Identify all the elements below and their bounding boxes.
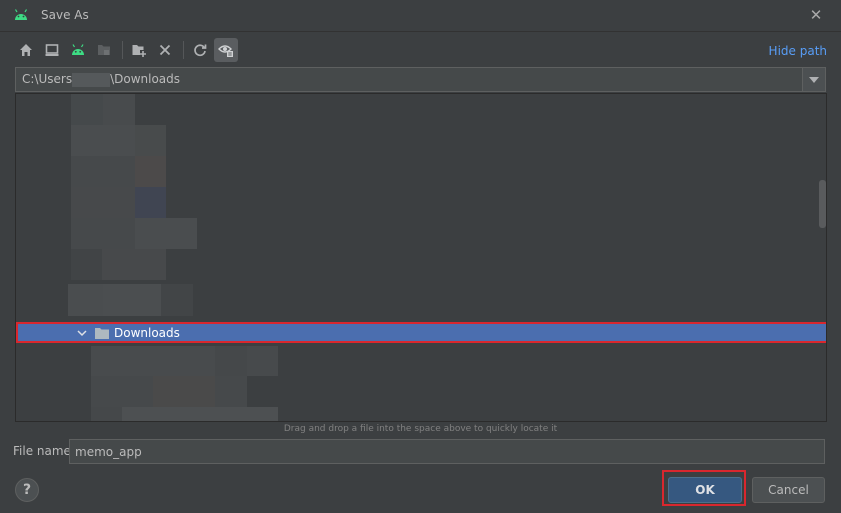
toolbar-separator (122, 41, 123, 59)
file-name-label: File name: (13, 444, 75, 458)
redacted-tree-item (91, 346, 215, 376)
chevron-down-icon[interactable] (76, 327, 88, 339)
redacted-tree-item (103, 284, 161, 316)
redacted-tree-item (247, 346, 278, 376)
title-bar: Save As ✕ (0, 0, 841, 32)
show-hidden-files-button[interactable] (214, 38, 238, 62)
redacted-tree-item (71, 249, 102, 280)
close-icon[interactable]: ✕ (808, 7, 824, 23)
window-title: Save As (41, 8, 89, 22)
file-name-input[interactable] (69, 439, 825, 464)
ok-button[interactable]: OK (668, 477, 742, 503)
redacted-username (72, 72, 111, 87)
path-prefix: C:\Users (22, 72, 73, 87)
redacted-tree-item (135, 218, 197, 249)
path-combobox[interactable]: C:\Users \Downloads (15, 67, 826, 92)
tree-scrollbar[interactable] (819, 180, 826, 228)
android-project-icon (72, 44, 84, 55)
redacted-tree-item (71, 187, 135, 218)
home-button[interactable] (14, 38, 38, 62)
new-folder-button[interactable] (127, 38, 151, 62)
refresh-icon (194, 44, 207, 57)
redacted-tree-item (215, 376, 247, 407)
redacted-tree-item (102, 249, 166, 280)
redacted-tree-item (103, 94, 135, 125)
hide-path-link[interactable]: Hide path (769, 44, 827, 58)
redacted-tree-item (71, 156, 135, 187)
show-hidden-files-icon (218, 45, 233, 57)
module-folder-icon (98, 45, 110, 55)
delete-button[interactable] (153, 38, 177, 62)
redacted-tree-item (135, 156, 166, 187)
redacted-tree-item (161, 284, 193, 316)
redacted-tree-item (122, 407, 278, 421)
file-tree[interactable]: Downloads (15, 93, 827, 422)
redacted-tree-item (135, 187, 166, 218)
android-icon (14, 9, 28, 20)
path-suffix: \Downloads (110, 72, 181, 87)
delete-icon (159, 44, 171, 56)
tree-item-downloads[interactable]: Downloads (16, 322, 826, 343)
new-folder-icon (132, 45, 146, 57)
redacted-tree-item (91, 376, 153, 407)
cancel-button[interactable]: Cancel (752, 477, 825, 503)
redacted-tree-item (71, 218, 135, 249)
desktop-icon (45, 44, 59, 56)
path-field[interactable]: C:\Users \Downloads (16, 72, 802, 87)
folder-icon (95, 328, 109, 339)
home-icon (20, 44, 32, 56)
module-folder-button (92, 38, 116, 62)
redacted-tree-item (135, 125, 166, 156)
redacted-tree-item (91, 407, 122, 421)
help-button[interactable]: ? (15, 478, 39, 502)
chevron-down-icon (809, 76, 819, 83)
desktop-button[interactable] (40, 38, 64, 62)
path-history-dropdown[interactable] (802, 68, 825, 91)
redacted-tree-item (215, 346, 247, 376)
toolbar (14, 38, 240, 62)
tree-item-label: Downloads (114, 326, 180, 340)
redacted-tree-item (71, 94, 103, 125)
refresh-button[interactable] (188, 38, 212, 62)
toolbar-separator (183, 41, 184, 59)
redacted-tree-item (71, 125, 135, 156)
android-project-button[interactable] (66, 38, 90, 62)
redacted-tree-item (153, 376, 215, 407)
drag-drop-hint: Drag and drop a file into the space abov… (283, 424, 558, 434)
redacted-tree-item (68, 284, 103, 316)
